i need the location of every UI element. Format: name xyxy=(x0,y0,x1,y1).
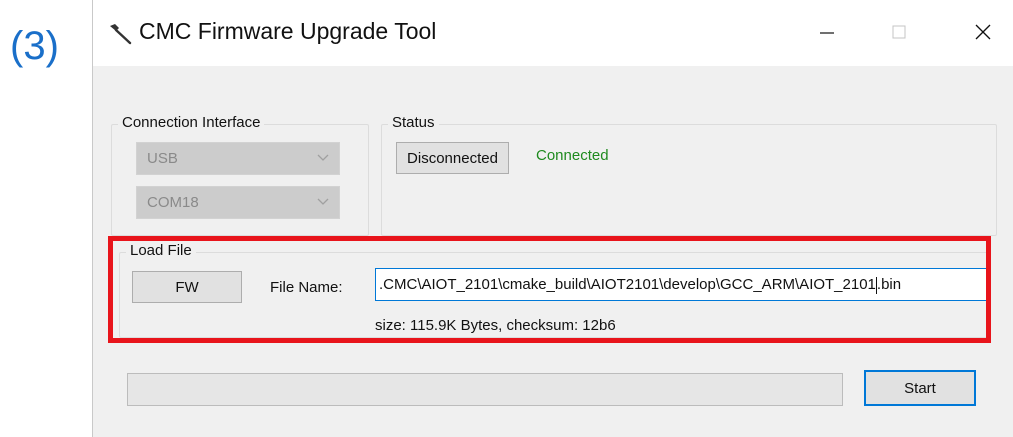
status-legend: Status xyxy=(388,114,439,131)
interface-select-value: USB xyxy=(147,150,178,167)
upgrade-progress-bar xyxy=(127,373,843,406)
connection-interface-group: Connection Interface USB COM18 xyxy=(111,114,369,236)
minimize-icon xyxy=(820,32,834,34)
interface-select[interactable]: USB xyxy=(136,142,340,175)
start-button[interactable]: Start xyxy=(864,370,976,406)
title-bar[interactable]: CMC Firmware Upgrade Tool xyxy=(93,0,1013,66)
app-window: CMC Firmware Upgrade Tool Connection Int… xyxy=(92,0,1013,437)
maximize-button[interactable] xyxy=(871,8,927,56)
maximize-icon xyxy=(892,25,906,39)
window-title: CMC Firmware Upgrade Tool xyxy=(139,18,437,44)
close-button[interactable] xyxy=(955,8,1011,56)
connection-status-text: Connected xyxy=(536,147,609,164)
connection-interface-legend: Connection Interface xyxy=(118,114,265,131)
minimize-button[interactable] xyxy=(799,8,855,56)
chevron-down-icon xyxy=(317,154,329,161)
step-label: (3) xyxy=(10,24,59,68)
status-group: Status Disconnected Connected xyxy=(381,114,997,236)
disconnect-button[interactable]: Disconnected xyxy=(396,142,509,174)
port-select[interactable]: COM18 xyxy=(136,186,340,219)
highlight-box xyxy=(108,236,991,343)
close-icon xyxy=(975,24,991,40)
port-select-value: COM18 xyxy=(147,194,199,211)
tool-icon xyxy=(110,24,132,45)
chevron-down-icon xyxy=(317,198,329,205)
